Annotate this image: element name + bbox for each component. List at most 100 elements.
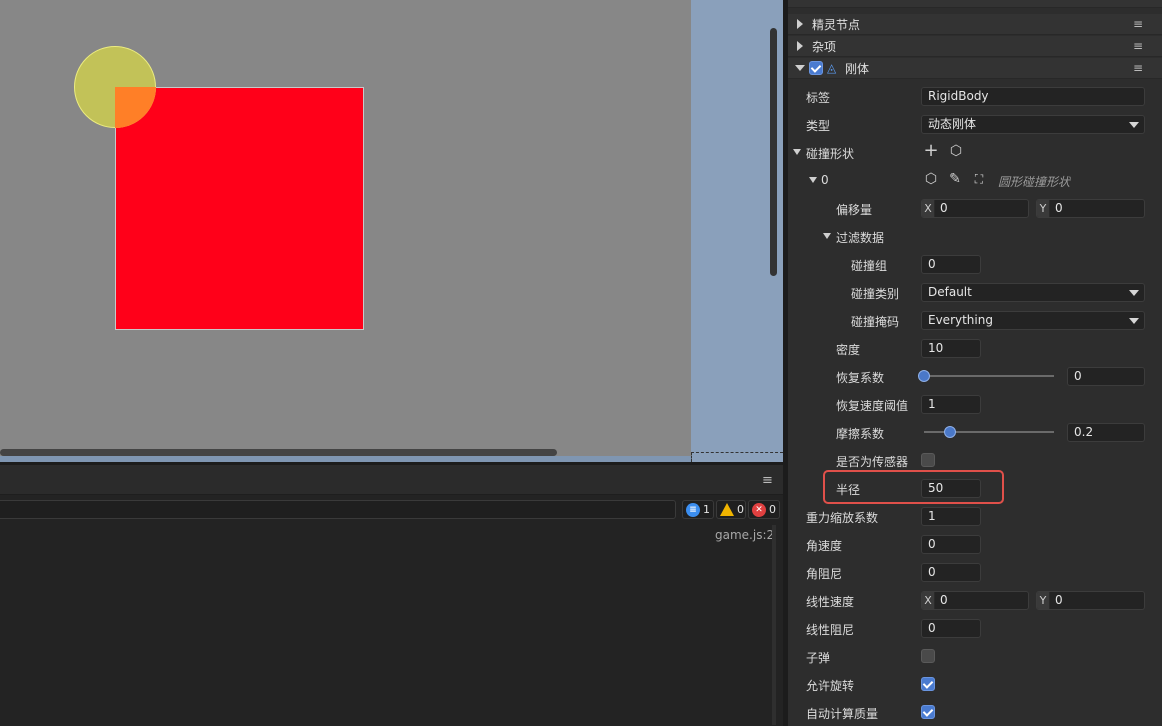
- collision-category-label: 碰撞类别: [851, 287, 900, 301]
- collision-category-value: Default: [928, 285, 972, 299]
- filter-data-label: 过滤数据: [836, 231, 885, 245]
- tag-input[interactable]: RigidBody: [921, 87, 1145, 106]
- auto-mass-label: 自动计算质量: [806, 707, 879, 721]
- warning-icon: [720, 503, 734, 516]
- restitution-slider-thumb[interactable]: [918, 370, 930, 382]
- linear-velocity-label: 线性速度: [806, 595, 855, 609]
- restitution-threshold-input[interactable]: 1: [921, 395, 981, 414]
- type-select[interactable]: 动态刚体: [921, 115, 1145, 134]
- console-scrollbar[interactable]: [772, 525, 776, 725]
- allow-rotation-label: 允许旋转: [806, 679, 855, 693]
- error-icon: ✕: [752, 502, 766, 517]
- angular-damping-input[interactable]: 0: [921, 563, 981, 582]
- warn-count-badge[interactable]: 0: [716, 500, 746, 519]
- offset-y-field[interactable]: Y0: [1036, 199, 1145, 218]
- bullet-checkbox[interactable]: [921, 649, 935, 663]
- angular-velocity-label: 角速度: [806, 539, 843, 553]
- hexagon-settings-icon[interactable]: ⬡: [923, 171, 939, 187]
- friction-input[interactable]: 0.2: [1067, 423, 1145, 442]
- type-label: 类型: [806, 119, 831, 133]
- scene-vertical-scrollbar[interactable]: [770, 28, 777, 276]
- gravity-scale-label: 重力缩放系数: [806, 511, 879, 525]
- section-label: 精灵节点: [812, 17, 861, 32]
- angular-damping-label: 角阻尼: [806, 567, 843, 581]
- add-icon[interactable]: +: [923, 142, 939, 160]
- offset-y-value: 0: [1055, 201, 1063, 215]
- chevron-down-icon: [1129, 290, 1139, 296]
- rigidbody-icon: ◬: [827, 61, 837, 75]
- linear-damping-input[interactable]: 0: [921, 619, 981, 638]
- collapse-arrow-icon[interactable]: [793, 149, 801, 155]
- linear-velocity-y-field[interactable]: Y0: [1036, 591, 1145, 610]
- info-icon: ≡: [686, 502, 700, 517]
- collision-category-select[interactable]: Default: [921, 283, 1145, 302]
- type-select-value: 动态刚体: [928, 117, 977, 131]
- gravity-scale-input[interactable]: 1: [921, 507, 981, 526]
- bullet-label: 子弹: [806, 651, 831, 665]
- info-count-badge[interactable]: ≡ 1: [682, 500, 714, 519]
- density-input[interactable]: 10: [921, 339, 981, 358]
- section-rigidbody[interactable]: ◬ 刚体 ≡: [788, 58, 1162, 79]
- section-row-partial: [788, 0, 1162, 8]
- collision-mask-value: Everything: [928, 313, 993, 327]
- allow-rotation-checkbox[interactable]: [921, 677, 935, 691]
- error-count: 0: [769, 503, 776, 516]
- auto-mass-checkbox[interactable]: [921, 705, 935, 719]
- section-menu-icon[interactable]: ≡: [1133, 17, 1143, 31]
- axis-y-tag: Y: [1037, 592, 1050, 609]
- collision-mask-select[interactable]: Everything: [921, 311, 1145, 330]
- collision-mask-label: 碰撞掩码: [851, 315, 900, 329]
- axis-y-tag: Y: [1037, 200, 1050, 217]
- collapse-arrow-icon[interactable]: [823, 233, 831, 239]
- sensor-checkbox[interactable]: [921, 453, 935, 467]
- friction-label: 摩擦系数: [836, 427, 885, 441]
- console-menu-icon[interactable]: ≡: [762, 473, 773, 488]
- section-menu-icon[interactable]: ≡: [1133, 61, 1143, 75]
- linear-velocity-y-value: 0: [1055, 593, 1063, 607]
- console-filter-input[interactable]: [0, 500, 676, 519]
- editor-window: ≡ ≡ 1 0 ✕ 0 game.js:2 精灵节点 ≡ 杂项 ≡ ◬ 刚体 ≡…: [0, 0, 1162, 726]
- edit-icon[interactable]: ✎: [947, 171, 963, 187]
- console-header: ≡: [0, 465, 783, 495]
- section-misc[interactable]: 杂项 ≡: [788, 36, 1162, 57]
- collider-shapes-label: 碰撞形状: [806, 147, 855, 161]
- axis-x-tag: X: [922, 592, 935, 609]
- linear-velocity-x-field[interactable]: X0: [921, 591, 1029, 610]
- collapse-arrow-icon[interactable]: [809, 177, 817, 183]
- chevron-down-icon: [1129, 122, 1139, 128]
- friction-slider-thumb[interactable]: [944, 426, 956, 438]
- console-panel: ≡ ≡ 1 0 ✕ 0 game.js:2: [0, 465, 783, 726]
- sensor-label: 是否为传感器: [836, 455, 909, 469]
- shape-index-label: 0: [821, 173, 829, 187]
- warn-count: 0: [737, 503, 744, 516]
- collapse-arrow-icon[interactable]: [795, 65, 805, 71]
- inspector-panel: 精灵节点 ≡ 杂项 ≡ ◬ 刚体 ≡ 标签 RigidBody 类型 动态刚体 …: [788, 0, 1162, 726]
- scene-view[interactable]: [0, 0, 783, 462]
- circle-overlap: [115, 87, 156, 128]
- hexagon-settings-icon[interactable]: ⬡: [948, 143, 964, 159]
- offset-x-value: 0: [940, 201, 948, 215]
- camera-bounds: [691, 452, 783, 462]
- expand-arrow-icon[interactable]: [797, 41, 803, 51]
- linear-velocity-x-value: 0: [940, 593, 948, 607]
- restitution-slider[interactable]: [924, 375, 1054, 377]
- offset-label: 偏移量: [836, 203, 873, 217]
- section-label: 杂项: [812, 39, 837, 54]
- frame-select-icon[interactable]: ⛶: [971, 171, 987, 187]
- offset-x-field[interactable]: X0: [921, 199, 1029, 218]
- angular-velocity-input[interactable]: 0: [921, 535, 981, 554]
- info-count: 1: [703, 503, 710, 516]
- collision-group-input[interactable]: 0: [921, 255, 981, 274]
- expand-arrow-icon[interactable]: [797, 19, 803, 29]
- section-menu-icon[interactable]: ≡: [1133, 39, 1143, 53]
- axis-x-tag: X: [922, 200, 935, 217]
- scene-horizontal-scrollbar[interactable]: [0, 449, 557, 456]
- restitution-input[interactable]: 0: [1067, 367, 1145, 386]
- rigidbody-enabled-checkbox[interactable]: [809, 61, 823, 75]
- shape-type-hint: 圆形碰撞形状: [998, 175, 1071, 189]
- error-count-badge[interactable]: ✕ 0: [748, 500, 780, 519]
- log-source-link[interactable]: game.js:2: [715, 528, 774, 542]
- section-sprite-node[interactable]: 精灵节点 ≡: [788, 14, 1162, 35]
- tag-label: 标签: [806, 91, 831, 105]
- restitution-threshold-label: 恢复速度阈值: [836, 399, 909, 413]
